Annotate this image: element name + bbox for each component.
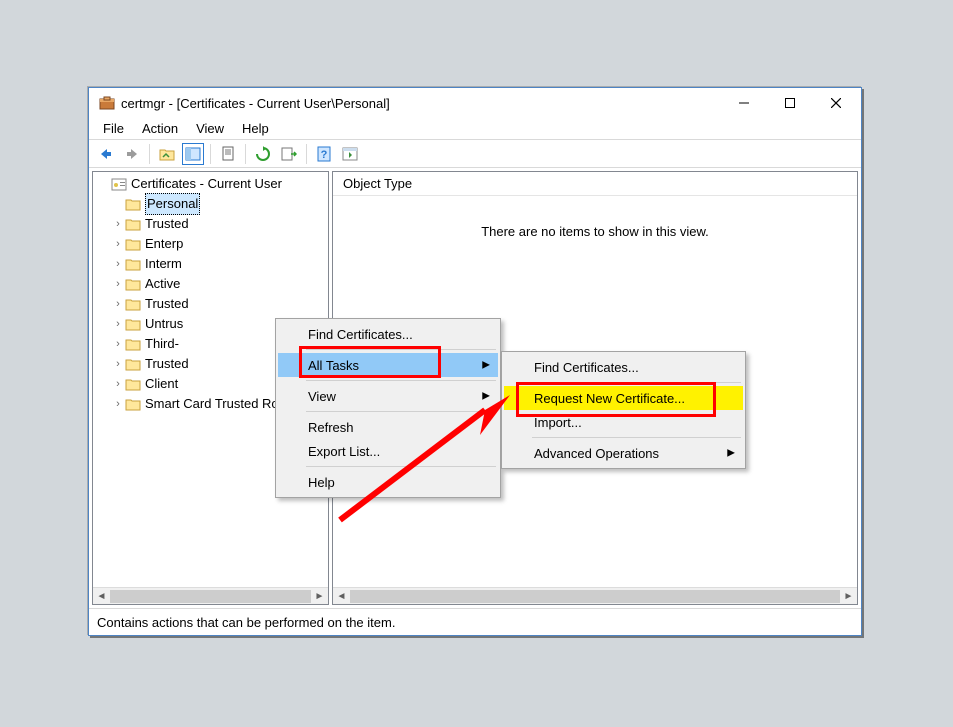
tree-item-label: Personal: [145, 193, 200, 215]
options-button[interactable]: [339, 143, 361, 165]
tree-item-label: Third-: [145, 334, 179, 354]
folder-icon: [125, 196, 141, 212]
tree-item-label: Trusted: [145, 354, 189, 374]
menu-action[interactable]: Action: [134, 119, 186, 138]
ctx-help[interactable]: Help: [278, 470, 498, 494]
app-icon: [99, 95, 115, 111]
tree-item-label: Interm: [145, 254, 182, 274]
export-list-button[interactable]: [278, 143, 300, 165]
caret-icon: ›: [111, 294, 125, 314]
ctx2-import[interactable]: Import...: [504, 410, 743, 434]
caret-icon: ›: [111, 334, 125, 354]
caret-icon: ›: [111, 254, 125, 274]
ctx-view[interactable]: View▶: [278, 384, 498, 408]
tree-item-label: Enterp: [145, 234, 183, 254]
tree-item-label: Trusted: [145, 294, 189, 314]
folder-icon: [125, 356, 141, 372]
ctx-export-list[interactable]: Export List...: [278, 439, 498, 463]
list-horizontal-scrollbar[interactable]: ◄ ►: [333, 587, 857, 604]
statusbar: Contains actions that can be performed o…: [89, 608, 861, 635]
show-hide-tree-button[interactable]: [182, 143, 204, 165]
forward-button[interactable]: [121, 143, 143, 165]
folder-icon: [125, 336, 141, 352]
tree-root-label: Certificates - Current User: [131, 174, 282, 194]
caret-icon: ›: [111, 314, 125, 334]
scroll-right-icon[interactable]: ►: [311, 588, 328, 605]
toolbar: ?: [89, 140, 861, 168]
caret-icon: ›: [111, 234, 125, 254]
tree-horizontal-scrollbar[interactable]: ◄ ►: [93, 587, 328, 604]
tree-item-label: Active: [145, 274, 180, 294]
caret-icon: ›: [111, 354, 125, 374]
ctx-find-certificates[interactable]: Find Certificates...: [278, 322, 498, 346]
menu-view[interactable]: View: [188, 119, 232, 138]
tree-item-label: Trusted: [145, 214, 189, 234]
folder-icon: [125, 376, 141, 392]
caret-icon: ›: [111, 214, 125, 234]
scroll-right-icon[interactable]: ►: [840, 588, 857, 605]
tree-item[interactable]: › Active: [93, 274, 328, 294]
ctx-all-tasks[interactable]: All Tasks▶: [278, 353, 498, 377]
scroll-left-icon[interactable]: ◄: [333, 588, 350, 605]
menu-help[interactable]: Help: [234, 119, 277, 138]
submenu-arrow-icon: ▶: [727, 448, 735, 459]
folder-icon: [125, 276, 141, 292]
back-button[interactable]: [95, 143, 117, 165]
folder-icon: [125, 216, 141, 232]
ctx2-advanced-operations[interactable]: Advanced Operations▶: [504, 441, 743, 465]
ctx2-find-certificates[interactable]: Find Certificates...: [504, 355, 743, 379]
submenu-arrow-icon: ▶: [482, 391, 490, 402]
status-text: Contains actions that can be performed o…: [97, 615, 395, 630]
tree-item[interactable]: › Interm: [93, 254, 328, 274]
svg-text:?: ?: [321, 149, 328, 161]
minimize-button[interactable]: [721, 89, 767, 117]
caret-icon: ›: [111, 394, 125, 414]
up-button[interactable]: [156, 143, 178, 165]
ctx2-request-new-certificate[interactable]: Request New Certificate...: [504, 386, 743, 410]
folder-icon: [125, 316, 141, 332]
folder-icon: [125, 236, 141, 252]
context-submenu-all-tasks: Find Certificates... Request New Certifi…: [501, 351, 746, 469]
menu-file[interactable]: File: [95, 119, 132, 138]
copy-button[interactable]: [217, 143, 239, 165]
tree-item[interactable]: › Trusted: [93, 294, 328, 314]
folder-icon: [125, 256, 141, 272]
tree-item[interactable]: › Enterp: [93, 234, 328, 254]
tree-root[interactable]: › Certificates - Current User: [93, 174, 328, 194]
folder-icon: [125, 296, 141, 312]
help-button[interactable]: ?: [313, 143, 335, 165]
maximize-button[interactable]: [767, 89, 813, 117]
tree-item[interactable]: › Trusted: [93, 214, 328, 234]
tree-item-label: Untrus: [145, 314, 183, 334]
folder-icon: [125, 396, 141, 412]
tree-item-personal[interactable]: › Personal: [93, 194, 328, 214]
window-title: certmgr - [Certificates - Current User\P…: [121, 96, 721, 111]
close-button[interactable]: [813, 89, 859, 117]
scroll-left-icon[interactable]: ◄: [93, 588, 110, 605]
tree-item-label: Client: [145, 374, 178, 394]
caret-icon: ›: [111, 374, 125, 394]
ctx-refresh[interactable]: Refresh: [278, 415, 498, 439]
titlebar: certmgr - [Certificates - Current User\P…: [89, 88, 861, 118]
menubar: File Action View Help: [89, 118, 861, 140]
tree-item-label: Smart Card Trusted Roots: [145, 394, 296, 414]
refresh-button[interactable]: [252, 143, 274, 165]
context-menu: Find Certificates... All Tasks▶ View▶ Re…: [275, 318, 501, 498]
cert-root-icon: [111, 176, 127, 192]
submenu-arrow-icon: ▶: [482, 360, 490, 371]
column-header-object-type[interactable]: Object Type: [333, 172, 857, 196]
caret-icon: ›: [111, 274, 125, 294]
